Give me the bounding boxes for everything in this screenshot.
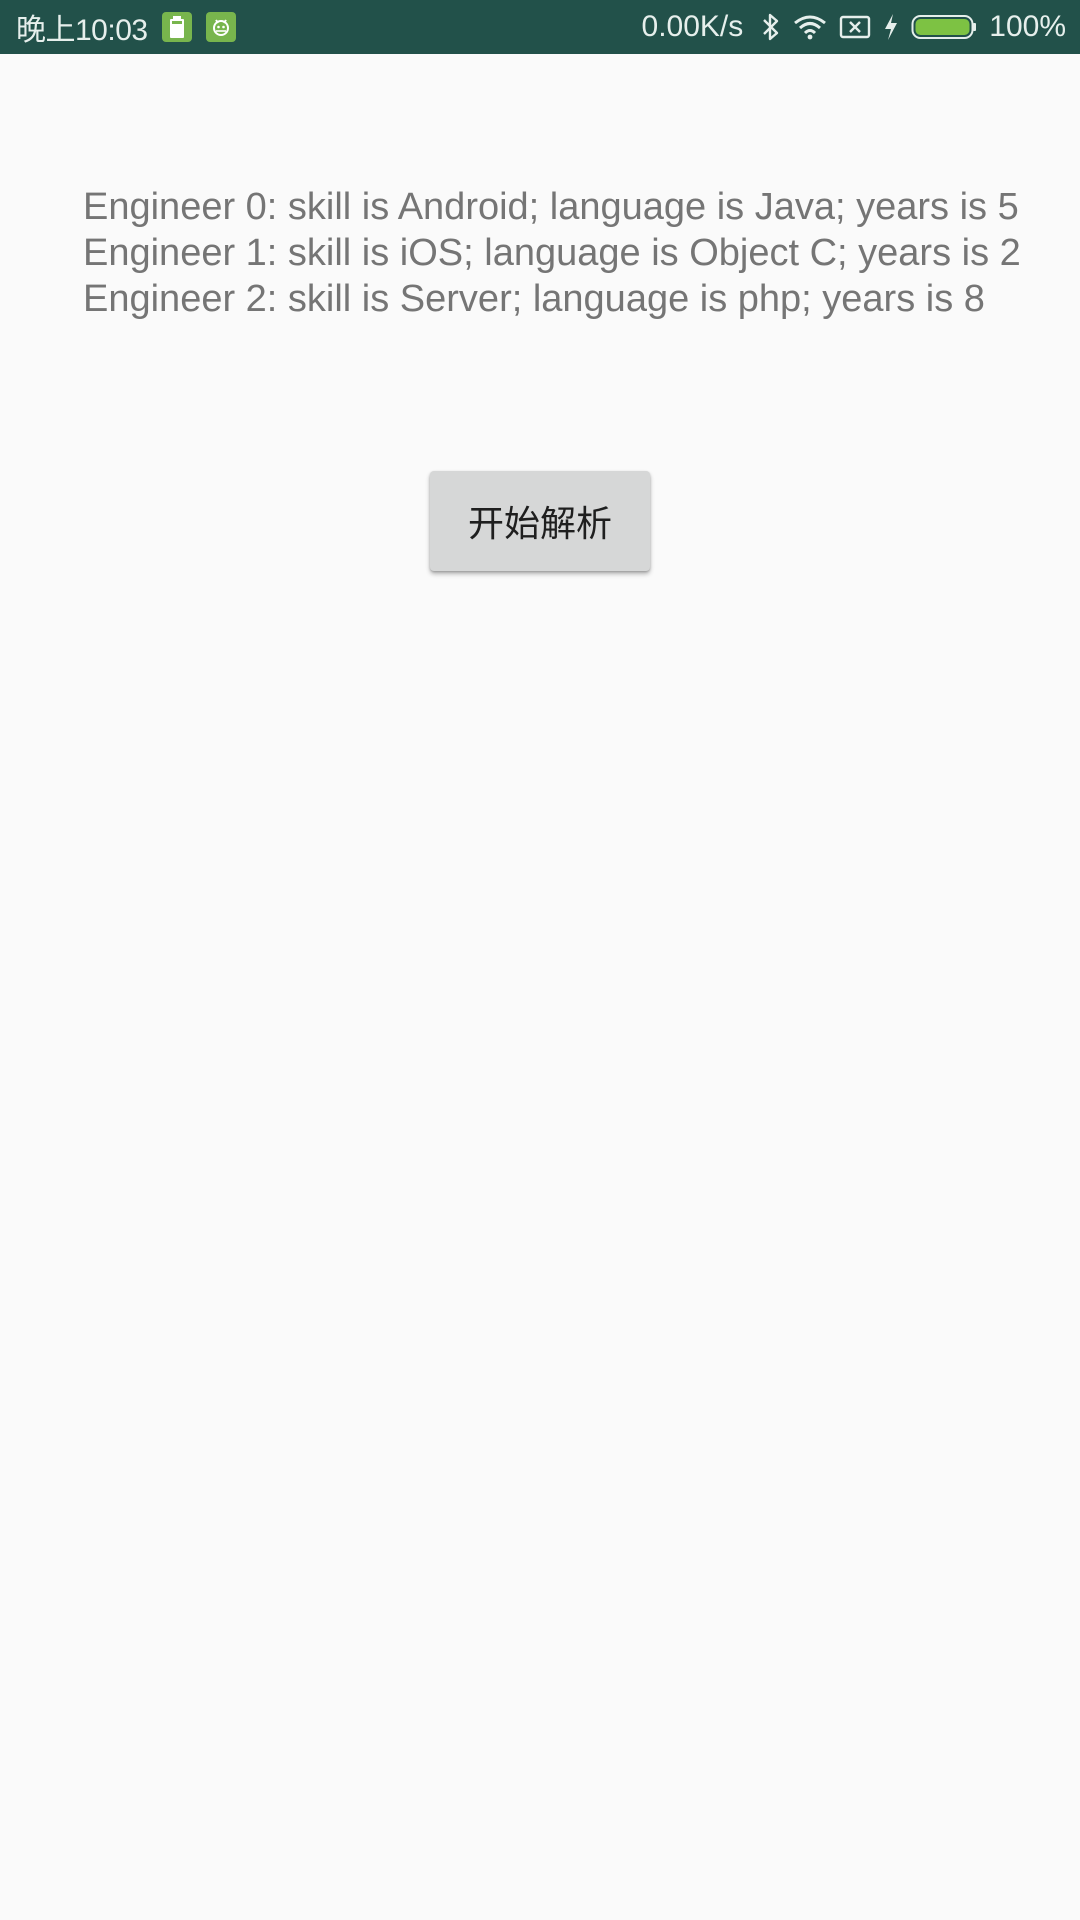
status-bar: 晚上10:03 0.00K/s 100%: [0, 0, 1080, 54]
app-screen: 晚上10:03 0.00K/s 100% Engineer 0: skill i…: [0, 0, 1080, 1920]
wifi-icon: [793, 14, 827, 40]
bluetooth-icon: [761, 12, 781, 42]
network-speed: 0.00K/s: [641, 10, 744, 43]
battery-icon: [911, 14, 977, 40]
battery-saver-icon: [161, 12, 192, 42]
start-parse-button[interactable]: 开始解析: [430, 471, 650, 571]
engineer-line: Engineer 2: skill is Server; language is…: [83, 278, 985, 320]
battery-percent: 100%: [989, 10, 1066, 43]
android-icon: [205, 12, 236, 42]
engineer-list: Engineer 0: skill is Android; language i…: [83, 184, 1063, 322]
status-time: 晚上10:03: [16, 14, 148, 47]
no-sim-icon: [839, 14, 871, 40]
engineer-line: Engineer 0: skill is Android; language i…: [83, 186, 1019, 228]
status-bar-right: 0.00K/s 100%: [642, 10, 1066, 44]
engineer-line: Engineer 1: skill is iOS; language is Ob…: [83, 232, 1021, 274]
charging-icon: [883, 13, 899, 41]
status-bar-left: 晚上10:03: [16, 5, 236, 49]
